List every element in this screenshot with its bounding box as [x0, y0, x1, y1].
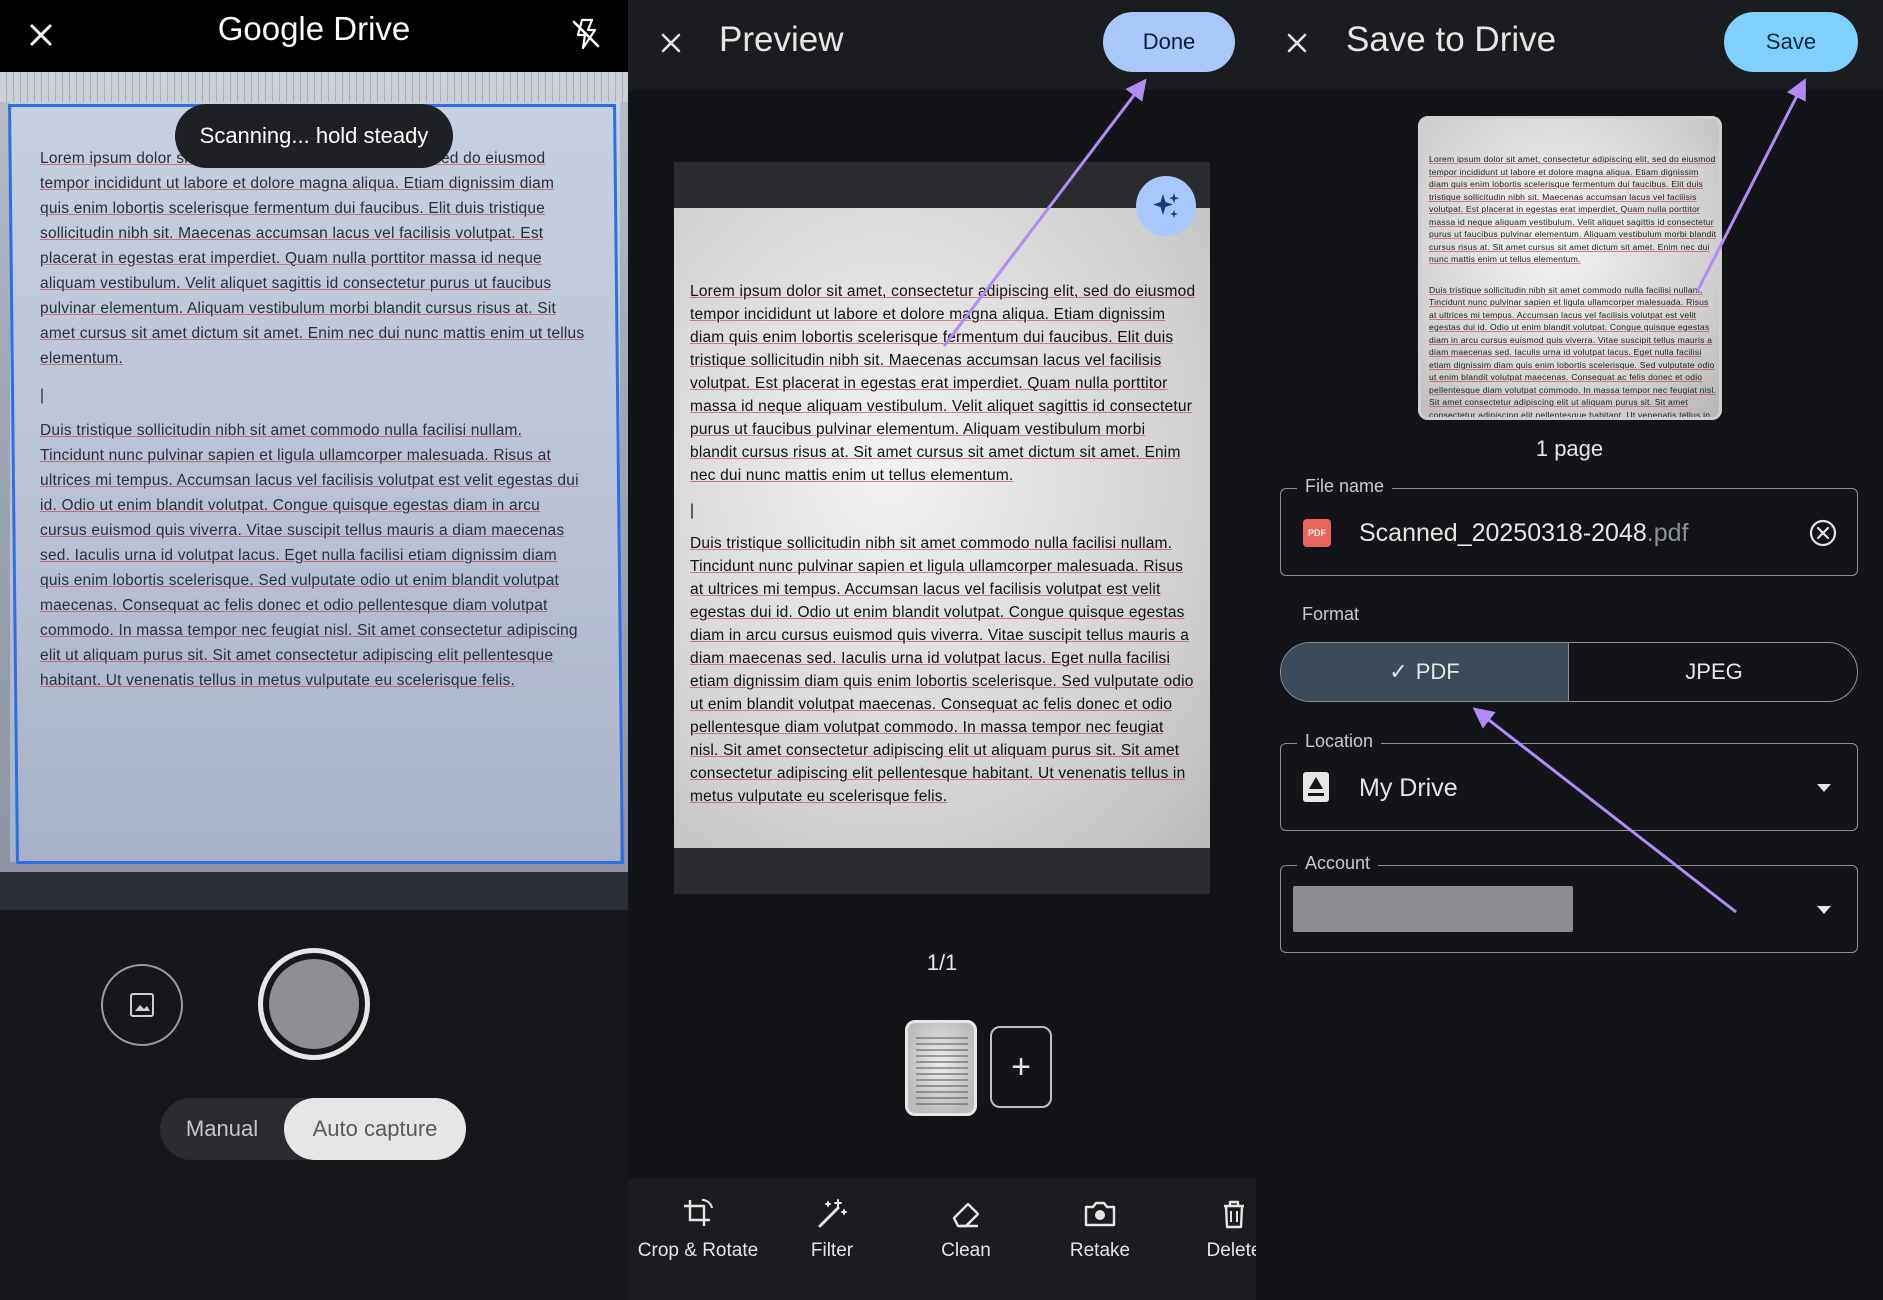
location-value: My Drive	[1359, 774, 1458, 803]
shutter-button[interactable]	[258, 948, 370, 1060]
file-name-value: Scanned_20250318-2048	[1359, 519, 1647, 547]
document-paragraph-2: Duis tristique sollicitudin nibh sit ame…	[690, 532, 1196, 808]
sparkle-icon	[1149, 189, 1183, 223]
preview-screen: Preview Done Lorem ipsum dolor sit amet,…	[628, 0, 1256, 1300]
camera-document-text: Lorem ipsum dolor sit amet, consectetur …	[40, 146, 586, 733]
format-option-jpeg[interactable]: JPEG	[1569, 643, 1858, 701]
magic-wand-icon	[814, 1196, 850, 1232]
format-segmented-control: ✓ PDF JPEG	[1280, 642, 1858, 702]
add-page-button[interactable]: +	[990, 1026, 1052, 1108]
page-counter: 1/1	[628, 950, 1256, 976]
document-paragraph-1: Lorem ipsum dolor sit amet, consectetur …	[690, 280, 1196, 487]
thumbnail-document-text: Lorem ipsum dolor sit amet, consectetur …	[1429, 153, 1717, 420]
document-paragraph-1: Lorem ipsum dolor sit amet, consectetur …	[1429, 153, 1717, 266]
tool-label: Delete	[1207, 1240, 1256, 1261]
preview-document-text: Lorem ipsum dolor sit amet, consectetur …	[690, 280, 1196, 848]
drive-icon	[1301, 770, 1331, 804]
pdf-file-icon: PDF	[1303, 519, 1331, 547]
page-title: Save to Drive	[1346, 20, 1556, 60]
document-paragraph-2: Duis tristique sollicitudin nibh sit ame…	[1429, 284, 1717, 421]
shutter-inner	[269, 959, 359, 1049]
camera-screen: Google Drive Lorem ipsum dolor sit amet,…	[0, 0, 628, 1300]
desk-edge	[0, 872, 628, 910]
close-icon[interactable]	[656, 28, 686, 58]
flash-off-icon[interactable]	[568, 16, 604, 52]
ruler-edge	[0, 72, 628, 102]
document-cursor: |	[690, 499, 1196, 522]
capture-mode-toggle: Manual Auto capture	[160, 1098, 466, 1160]
location-label: Location	[1297, 731, 1381, 752]
tool-label: Crop & Rotate	[638, 1240, 758, 1261]
screenshot-root: Google Drive Lorem ipsum dolor sit amet,…	[0, 0, 1883, 1300]
format-option-label: PDF	[1416, 659, 1460, 685]
mode-auto-option[interactable]: Auto capture	[284, 1098, 466, 1160]
format-option-pdf[interactable]: ✓ PDF	[1281, 643, 1569, 701]
clean-button[interactable]: Clean	[896, 1196, 1036, 1262]
page-title: Preview	[719, 20, 843, 60]
done-button[interactable]: Done	[1103, 12, 1235, 72]
tool-label: Filter	[811, 1240, 853, 1261]
location-dropdown[interactable]: Location My Drive	[1280, 743, 1858, 831]
save-topbar: Save to Drive Save	[1256, 0, 1883, 90]
camera-topbar: Google Drive	[0, 0, 628, 72]
document-paragraph-2: Duis tristique sollicitudin nibh sit ame…	[40, 418, 586, 693]
redacted-account	[1293, 886, 1573, 932]
format-option-label: JPEG	[1685, 659, 1742, 685]
enhance-button[interactable]	[1136, 176, 1196, 236]
preview-topbar: Preview Done	[628, 0, 1256, 90]
camera-icon	[1082, 1196, 1118, 1232]
save-screen: Save to Drive Save Lorem ipsum dolor sit…	[1256, 0, 1883, 1300]
gallery-button[interactable]	[101, 964, 183, 1046]
gallery-icon	[127, 990, 157, 1020]
format-label: Format	[1302, 604, 1359, 625]
crop-rotate-icon	[680, 1196, 716, 1232]
document-cursor: |	[40, 383, 586, 408]
file-extension: .pdf	[1647, 519, 1689, 547]
delete-button[interactable]: Delete	[1164, 1196, 1256, 1262]
eraser-icon	[948, 1196, 984, 1232]
app-title: Google Drive	[0, 10, 628, 48]
trash-icon	[1216, 1196, 1252, 1232]
retake-button[interactable]: Retake	[1030, 1196, 1170, 1262]
check-icon: ✓	[1389, 659, 1407, 685]
account-label: Account	[1297, 853, 1378, 874]
filter-button[interactable]: Filter	[762, 1196, 902, 1262]
document-paragraph-1: Lorem ipsum dolor sit amet, consectetur …	[40, 146, 586, 371]
clear-icon[interactable]	[1807, 517, 1839, 549]
file-name-input[interactable]: Scanned_20250318-2048.pdf	[1359, 519, 1688, 548]
mode-manual-option[interactable]: Manual	[160, 1098, 284, 1160]
preview-toolbar: Crop & Rotate Filter Clean	[628, 1178, 1256, 1300]
page-thumbnail[interactable]	[905, 1020, 977, 1116]
document-thumbnail: Lorem ipsum dolor sit amet, consectetur …	[1418, 116, 1722, 420]
file-name-label: File name	[1297, 476, 1392, 497]
scanning-toast: Scanning... hold steady	[175, 104, 453, 168]
chevron-down-icon	[1817, 784, 1831, 792]
tool-label: Clean	[941, 1240, 991, 1261]
file-name-field[interactable]: File name PDF Scanned_20250318-2048.pdf	[1280, 488, 1858, 576]
close-icon[interactable]	[1282, 28, 1312, 58]
crop-rotate-button[interactable]: Crop & Rotate	[628, 1196, 768, 1262]
tool-label: Retake	[1070, 1240, 1130, 1261]
account-dropdown[interactable]: Account	[1280, 865, 1858, 953]
page-count: 1 page	[1256, 436, 1883, 462]
chevron-down-icon	[1817, 906, 1831, 914]
save-button[interactable]: Save	[1724, 12, 1858, 72]
